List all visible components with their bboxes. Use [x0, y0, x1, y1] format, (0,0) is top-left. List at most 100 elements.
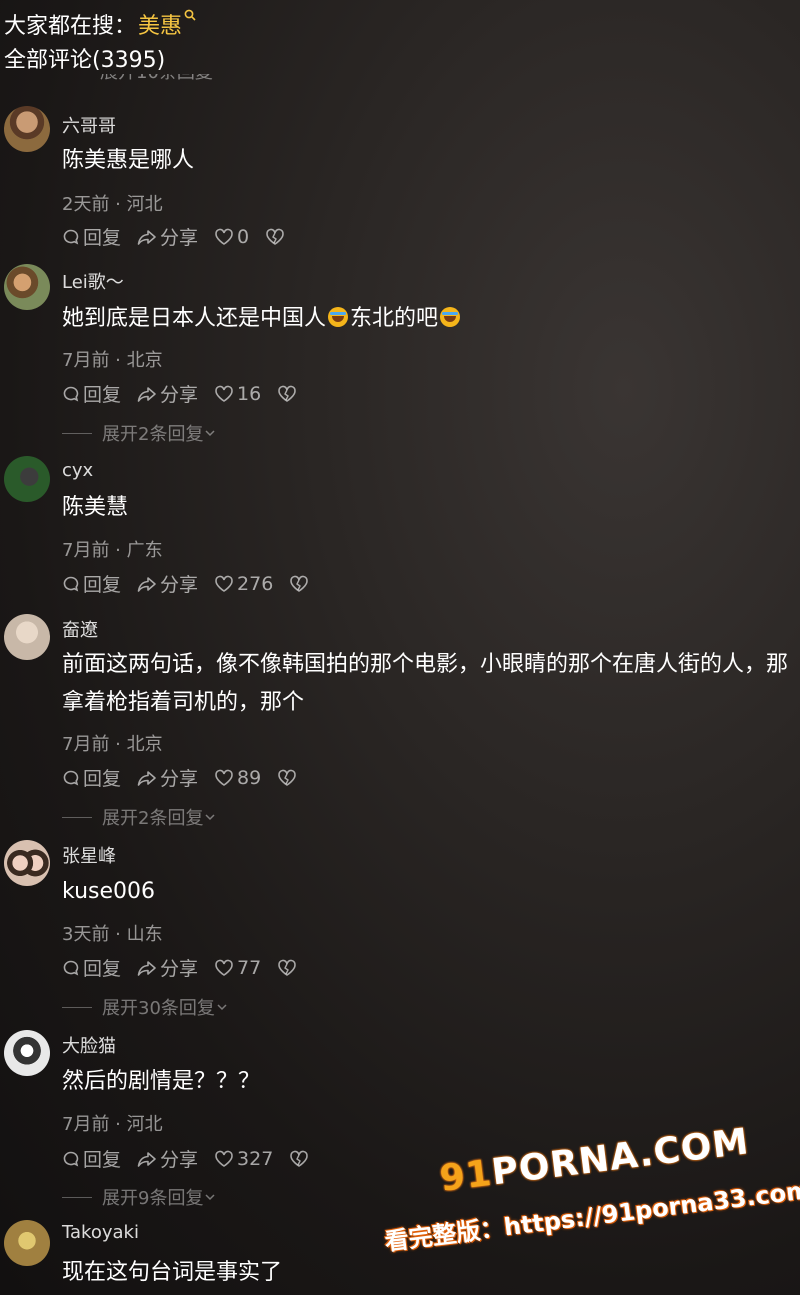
- dislike-button[interactable]: [289, 1150, 312, 1168]
- reply-icon: [63, 229, 79, 244]
- dislike-button[interactable]: [265, 228, 288, 246]
- broken-heart-icon: [290, 1150, 309, 1167]
- reply-icon: [63, 960, 79, 975]
- heart-icon: [215, 959, 233, 976]
- comment-meta: 7月前 · 北京: [62, 734, 163, 755]
- search-icon[interactable]: [184, 9, 196, 25]
- like-count: 327: [237, 1147, 274, 1170]
- divider: [62, 432, 92, 434]
- share-icon: [137, 960, 156, 976]
- broken-heart-icon: [290, 575, 309, 592]
- like-button[interactable]: 89: [214, 767, 261, 789]
- heart-icon: [215, 1150, 233, 1167]
- comment-actions: 回复 分享 77: [62, 954, 316, 981]
- comment-username[interactable]: cyx: [62, 460, 93, 481]
- share-button[interactable]: 分享: [137, 570, 198, 597]
- reply-button[interactable]: 回复: [62, 570, 121, 597]
- heart-icon: [215, 228, 233, 245]
- cry-laugh-emoji-icon: [440, 307, 461, 327]
- watermark: 91PORNA.COM 看完整版：https://91porna33.com: [383, 1121, 800, 1280]
- search-suggestion-bar[interactable]: 大家都在搜： 美惠: [4, 6, 196, 42]
- reply-button[interactable]: 回复: [62, 380, 121, 407]
- comment-actions: 回复 分享 276: [62, 570, 328, 597]
- expand-replies-button[interactable]: 展开2条回复: [62, 804, 217, 830]
- comment-meta: 2天前 · 河北: [62, 194, 163, 215]
- avatar[interactable]: [4, 264, 50, 310]
- comment-text: 然后的剧情是？？？: [62, 1069, 261, 1094]
- like-button[interactable]: 327: [214, 1148, 273, 1170]
- comment-username[interactable]: 六哥哥: [62, 112, 116, 138]
- share-button[interactable]: 分享: [137, 764, 198, 791]
- share-icon: [137, 386, 156, 402]
- chevron-down-icon: [205, 1194, 215, 1201]
- divider: [62, 1006, 92, 1008]
- heart-icon: [215, 769, 233, 786]
- dislike-button[interactable]: [277, 385, 300, 403]
- comment-username[interactable]: 大脸猫: [62, 1032, 116, 1058]
- avatar[interactable]: [4, 840, 50, 886]
- share-icon: [137, 229, 156, 245]
- like-count: 77: [237, 956, 262, 979]
- avatar[interactable]: [4, 1030, 50, 1076]
- comment-meta: 3天前 · 山东: [62, 924, 163, 945]
- share-button[interactable]: 分享: [137, 223, 198, 250]
- chevron-down-icon: [205, 814, 215, 821]
- comment-count-title: 全部评论(3395): [4, 48, 166, 73]
- comment-meta: 7月前 · 河北: [62, 1114, 163, 1135]
- like-count: 89: [237, 766, 262, 789]
- share-icon: [137, 770, 156, 786]
- comment-username[interactable]: 张星峰: [62, 842, 116, 868]
- comment-meta: 7月前 · 北京: [62, 350, 163, 371]
- comment-text: 前面这两句话，像不像韩国拍的那个电影，小眼睛的那个在唐人街的人，那拿着枪指着司机…: [62, 652, 789, 715]
- reply-button[interactable]: 回复: [62, 954, 121, 981]
- comment-actions: 回复 分享 327: [62, 1145, 328, 1172]
- like-count: 16: [237, 382, 262, 405]
- expand-replies-button[interactable]: 展开2条回复: [62, 420, 217, 446]
- comment-text: 陈美惠是哪人: [62, 148, 195, 173]
- search-suggestion-keyword[interactable]: 美惠: [138, 8, 182, 40]
- broken-heart-icon: [266, 228, 284, 245]
- avatar[interactable]: [4, 1220, 50, 1266]
- expand-replies-clipped[interactable]: 展开10条回复: [100, 74, 213, 92]
- broken-heart-icon: [278, 385, 297, 402]
- heart-icon: [215, 575, 233, 592]
- like-button[interactable]: 16: [214, 383, 261, 405]
- broken-heart-icon: [278, 959, 297, 976]
- chevron-down-icon: [217, 1004, 227, 1011]
- reply-icon: [63, 386, 79, 401]
- like-count: 0: [237, 225, 250, 248]
- reply-icon: [63, 576, 79, 591]
- avatar[interactable]: [4, 614, 50, 660]
- comment-username[interactable]: Lei歌～: [62, 268, 124, 294]
- dislike-button[interactable]: [277, 769, 300, 787]
- avatar[interactable]: [4, 106, 50, 152]
- reply-button[interactable]: 回复: [62, 223, 121, 250]
- expand-replies-button[interactable]: 展开30条回复: [62, 994, 229, 1020]
- share-button[interactable]: 分享: [137, 380, 198, 407]
- share-icon: [137, 576, 156, 592]
- like-button[interactable]: 77: [214, 957, 261, 979]
- chevron-down-icon: [205, 430, 215, 437]
- comment-actions: 回复 分享 16: [62, 380, 316, 407]
- comment-actions: 回复 分享 89: [62, 764, 316, 791]
- search-suggestion-prefix: 大家都在搜：: [4, 14, 137, 39]
- dislike-button[interactable]: [289, 575, 312, 593]
- share-button[interactable]: 分享: [137, 954, 198, 981]
- reply-button[interactable]: 回复: [62, 1145, 121, 1172]
- comment-text: 她到底是日本人还是中国人 东北的吧: [62, 300, 794, 338]
- comment-username[interactable]: Takoyaki: [62, 1222, 139, 1243]
- cry-laugh-emoji-icon: [328, 307, 349, 327]
- like-button[interactable]: 0: [214, 226, 249, 248]
- share-button[interactable]: 分享: [137, 1145, 198, 1172]
- comment-text: 陈美慧: [62, 495, 129, 520]
- dislike-button[interactable]: [277, 959, 300, 977]
- divider: [62, 816, 92, 818]
- reply-icon: [63, 1151, 79, 1166]
- avatar[interactable]: [4, 456, 50, 502]
- divider: [62, 1196, 92, 1198]
- like-button[interactable]: 276: [214, 573, 273, 595]
- heart-icon: [215, 385, 233, 402]
- comment-username[interactable]: 奤遼: [62, 616, 98, 642]
- reply-button[interactable]: 回复: [62, 764, 121, 791]
- expand-replies-button[interactable]: 展开9条回复: [62, 1184, 217, 1210]
